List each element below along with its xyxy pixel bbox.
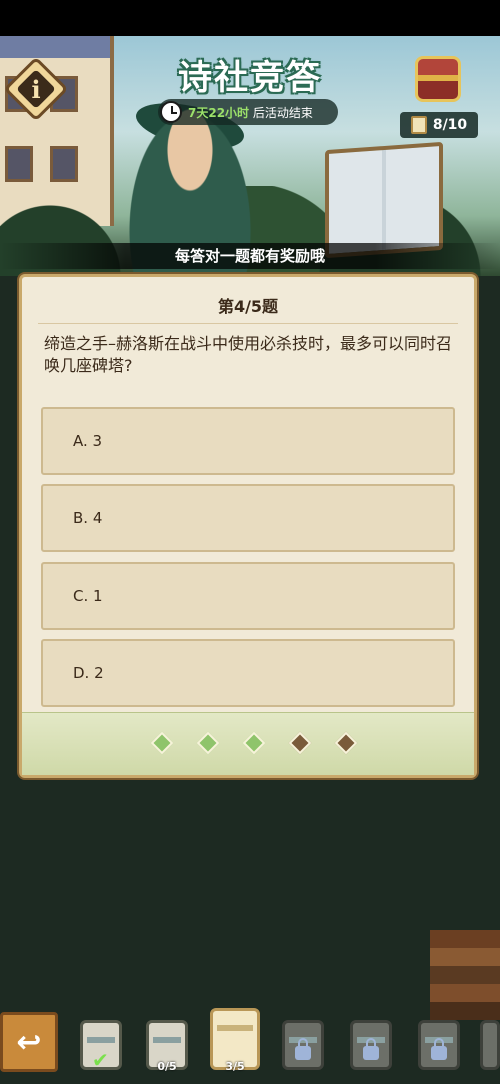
stage-3-progress: 3/5 (225, 1060, 245, 1073)
option-label: B. 4 (73, 509, 103, 527)
progress-dot-4 (288, 731, 312, 755)
progress-dot-5 (334, 731, 358, 755)
reward-chest-icon[interactable] (415, 56, 461, 102)
option-b[interactable]: B. 4 (41, 484, 455, 552)
back-arrow-icon: ↩ (16, 1024, 42, 1060)
back-button[interactable]: ↩ (0, 1012, 58, 1072)
lock-icon (363, 1038, 379, 1060)
status-bar (0, 0, 500, 36)
clock-icon (160, 101, 182, 123)
option-d[interactable]: D. 2 (41, 639, 455, 707)
reward-caption: 每答对一题都有奖励哦 (0, 243, 500, 269)
option-label: A. 3 (73, 432, 103, 450)
event-timer: 7天22小时 后活动结束 (158, 99, 338, 125)
divider (38, 323, 458, 324)
option-label: D. 2 (73, 664, 104, 682)
option-label: C. 1 (73, 587, 103, 605)
progress-dot-2 (196, 731, 220, 755)
chest-progress[interactable]: 8/10 (400, 112, 478, 138)
stage-2-progress: 0/5 (157, 1060, 177, 1073)
question-text: 缔造之手–赫洛斯在战斗中使用必杀技时，最多可以同时召唤几座碑塔? (44, 334, 453, 375)
lock-icon (431, 1038, 447, 1060)
progress-dot-1 (150, 731, 174, 755)
timer-suffix: 后活动结束 (249, 105, 313, 120)
progress-dot-3 (242, 731, 266, 755)
check-icon: ✔ (92, 1048, 109, 1072)
question-index: 第4/5题 (217, 297, 279, 316)
scroll-icon (410, 116, 427, 134)
option-a[interactable]: A. 3 (41, 407, 455, 475)
info-icon[interactable]: i (13, 66, 59, 112)
chest-count-text: 8/10 (432, 117, 468, 133)
option-c[interactable]: C. 1 (41, 562, 455, 630)
timer-remaining: 7天22小时 (188, 105, 250, 120)
lock-icon (295, 1038, 311, 1060)
open-book-illustration (325, 141, 443, 259)
progress-footer (22, 712, 474, 775)
stage-7-locked[interactable] (480, 1020, 500, 1070)
timer-text: 7天22小时 后活动结束 (188, 104, 313, 121)
books-decoration (430, 930, 500, 1020)
quiz-card: 第4/5题 缔造之手–赫洛斯在战斗中使用必杀技时，最多可以同时召唤几座碑塔? A… (19, 274, 477, 778)
